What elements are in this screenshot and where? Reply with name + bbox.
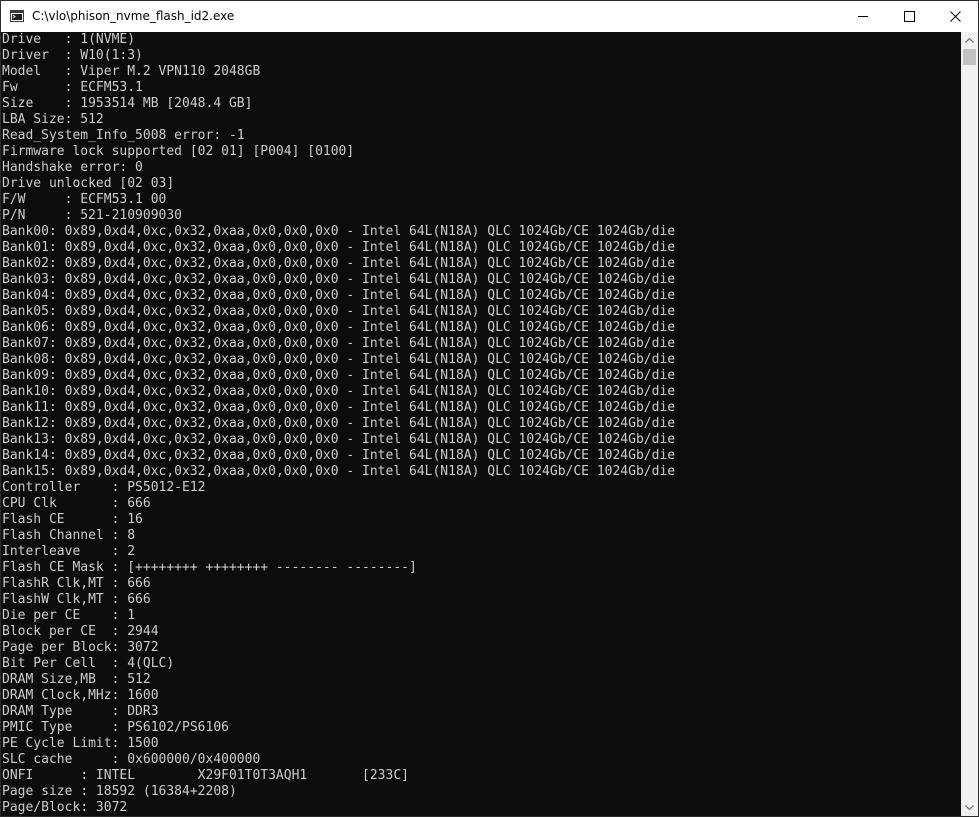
console-line: Page per Block: 3072 [2,640,159,655]
console-line: Bank01: 0x89,0xd4,0xc,0x32,0xaa,0x0,0x0,… [2,240,676,255]
console-line: Fw : ECFM53.1 [2,80,143,95]
console-line: Drive unlocked [02 03] [2,176,175,191]
close-button[interactable] [932,1,978,32]
console-line: PMIC Type : PS6102/PS6106 [2,720,229,735]
scroll-thumb[interactable] [963,49,976,65]
console-line: Size : 1953514 MB [2048.4 GB] [2,96,253,111]
console-line: Page/Block: 3072 [2,800,128,815]
console-line: Handshake error: 0 [2,160,143,175]
console-line: Page size : 18592 (16384+2208) [2,784,237,799]
console-line: Bank05: 0x89,0xd4,0xc,0x32,0xaa,0x0,0x0,… [2,304,676,319]
console-line: Bank08: 0x89,0xd4,0xc,0x32,0xaa,0x0,0x0,… [2,352,676,367]
console-line: Drive : 1(NVME) [2,32,136,47]
console-line: Bit Per Cell : 4(QLC) [2,656,175,671]
scroll-down-button[interactable] [961,799,978,816]
console-line: Bank10: 0x89,0xd4,0xc,0x32,0xaa,0x0,0x0,… [2,384,676,399]
console-line: Bank03: 0x89,0xd4,0xc,0x32,0xaa,0x0,0x0,… [2,272,676,287]
console-line: FlashR Clk,MT : 666 [2,576,151,591]
console-line: Bank00: 0x89,0xd4,0xc,0x32,0xaa,0x0,0x0,… [2,224,676,239]
console-line: Block per CE : 2944 [2,624,159,639]
console-line: Bank14: 0x89,0xd4,0xc,0x32,0xaa,0x0,0x0,… [2,448,676,463]
console-line: Bank07: 0x89,0xd4,0xc,0x32,0xaa,0x0,0x0,… [2,336,676,351]
console-line: DRAM Size,MB : 512 [2,672,151,687]
console-line: Flash Channel : 8 [2,528,136,543]
console-line: Flash CE Mask : [++++++++ ++++++++ -----… [2,560,417,575]
console-line: DRAM Clock,MHz: 1600 [2,688,159,703]
window-title: C:\vlo\phison_nvme_flash_id2.exe [32,9,235,23]
arrow-up-icon [965,38,974,43]
maximize-button[interactable] [886,1,932,32]
minimize-button[interactable] [840,1,886,32]
console-line: Interleave : 2 [2,544,136,559]
console-line: Driver : W10(1:3) [2,48,143,63]
close-icon [950,11,961,22]
arrow-down-icon [965,805,974,810]
console-line: Firmware lock supported [02 01] [P004] [… [2,144,355,159]
console-line: DRAM Type : DDR3 [2,704,159,719]
console-line: Bank11: 0x89,0xd4,0xc,0x32,0xaa,0x0,0x0,… [2,400,676,415]
maximize-icon [904,11,915,22]
console-line: ONFI : INTEL X29F01T0T3AQH1 [233C] [2,768,409,783]
console-text: Drive : 1(NVME) Driver : W10(1:3) Model … [1,32,961,816]
scroll-up-button[interactable] [961,32,978,49]
console-output[interactable]: Drive : 1(NVME) Driver : W10(1:3) Model … [1,32,961,816]
console-line: CPU Clk : 666 [2,496,151,511]
console-window: C:\vlo\phison_nvme_flash_id2.exe Drive :… [0,0,979,817]
console-line: P/N : 521-210909030 [2,208,183,223]
vertical-scrollbar[interactable] [961,32,978,816]
console-line: Flash CE : 16 [2,512,143,527]
console-line: Bank04: 0x89,0xd4,0xc,0x32,0xaa,0x0,0x0,… [2,288,676,303]
console-line: Model : Viper M.2 VPN110 2048GB [2,64,261,79]
console-line: LBA Size: 512 [2,112,104,127]
console-line: Read_System_Info_5008 error: -1 [2,128,245,143]
title-bar[interactable]: C:\vlo\phison_nvme_flash_id2.exe [1,1,978,32]
console-line: Bank15: 0x89,0xd4,0xc,0x32,0xaa,0x0,0x0,… [2,464,676,479]
console-line: PE Cycle Limit: 1500 [2,736,159,751]
console-line: Bank02: 0x89,0xd4,0xc,0x32,0xaa,0x0,0x0,… [2,256,676,271]
console-line: Die per CE : 1 [2,608,136,623]
console-line: Bank12: 0x89,0xd4,0xc,0x32,0xaa,0x0,0x0,… [2,416,676,431]
console-line: Bank06: 0x89,0xd4,0xc,0x32,0xaa,0x0,0x0,… [2,320,676,335]
minimize-icon [858,16,868,17]
console-app-icon[interactable] [10,10,24,22]
console-line: Bank13: 0x89,0xd4,0xc,0x32,0xaa,0x0,0x0,… [2,432,676,447]
console-line: Bank09: 0x89,0xd4,0xc,0x32,0xaa,0x0,0x0,… [2,368,676,383]
console-line: SLC cache : 0x600000/0x400000 [2,752,261,767]
console-line: F/W : ECFM53.1 00 [2,192,167,207]
console-line: FlashW Clk,MT : 666 [2,592,151,607]
console-line: Controller : PS5012-E12 [2,480,206,495]
